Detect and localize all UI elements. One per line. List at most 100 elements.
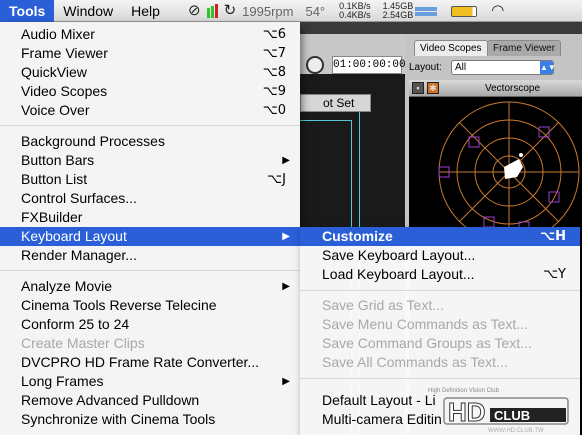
menu-item-fxbuilder[interactable]: FXBuilder	[0, 208, 300, 227]
menu-item-label: Control Surfaces...	[21, 190, 137, 206]
menu-item-label: Conform 25 to 24	[21, 316, 130, 332]
menu-item-frame-viewer[interactable]: Frame Viewer ⌥7	[0, 44, 300, 63]
menu-item-control-surfaces[interactable]: Control Surfaces...	[0, 189, 300, 208]
menu-item-label: Remove Advanced Pulldown	[21, 392, 200, 408]
submenu-item-shortcut: ⌥Y	[543, 267, 566, 282]
menu-item-quickview[interactable]: QuickView ⌥8	[0, 63, 300, 82]
network-meter[interactable]: 0.1KB/s 0.4KB/s	[339, 2, 371, 20]
select-arrows-icon: ▲▼	[540, 61, 556, 74]
submenu-item-label: Save All Commands as Text...	[322, 354, 508, 370]
submenu-item-label: Save Command Groups as Text...	[322, 335, 532, 351]
scope-title: Vectorscope	[485, 83, 541, 94]
menu-item-conform-25-to-24[interactable]: Conform 25 to 24	[0, 315, 300, 334]
submenu-item-shortcut: ⌥H	[540, 229, 566, 244]
menu-item-label: Create Master Clips	[21, 335, 145, 351]
watermark-brand-hd: HD	[448, 397, 486, 427]
menu-item-label: Keyboard Layout	[21, 228, 127, 244]
menu-item-button-list[interactable]: Button List ⌥J	[0, 170, 300, 189]
watermark-brand-club: CLUB	[494, 408, 530, 423]
submenu-separator	[300, 378, 580, 379]
menu-item-label: FXBuilder	[21, 209, 83, 225]
menu-item-label: Button Bars	[21, 152, 95, 168]
menu-item-remove-advanced-pulldown[interactable]: Remove Advanced Pulldown	[0, 391, 300, 410]
disk-bars-icon	[415, 6, 438, 17]
scope-settings-icon[interactable]: ▪	[412, 82, 424, 94]
menu-item-label: Analyze Movie	[21, 278, 113, 294]
menu-item-shortcut: ⌥0	[262, 103, 286, 118]
menu-item-label: Render Manager...	[21, 247, 137, 263]
menu-item-background-processes[interactable]: Background Processes	[0, 132, 300, 151]
menu-item-video-scopes[interactable]: Video Scopes ⌥9	[0, 82, 300, 101]
menubar: Tools Window Help ⊘ ↻ 1995rpm 54° 0.1KB/…	[0, 0, 582, 22]
menu-item-audio-mixer[interactable]: Audio Mixer ⌥6	[0, 25, 300, 44]
timecode-field[interactable]: 01:00:00:00	[332, 56, 406, 74]
submenu-arrow-icon: ▶	[282, 231, 290, 242]
fan-speed: 1995rpm	[242, 3, 294, 19]
menu-item-shortcut: ⌥8	[262, 65, 286, 80]
menubar-status-area: ⊘ ↻ 1995rpm 54° 0.1KB/s 0.4KB/s 1.45GB 2…	[188, 0, 504, 22]
submenu-item-save-keyboard-layout[interactable]: Save Keyboard Layout...	[300, 246, 580, 265]
menu-item-cinema-tools-reverse-telecine[interactable]: Cinema Tools Reverse Telecine	[0, 296, 300, 315]
scope-brightness-icon[interactable]: ✱	[427, 82, 439, 94]
wifi-icon[interactable]: ◠	[491, 0, 504, 22]
submenu-item-label: Default Layout - Li	[322, 392, 436, 408]
hdclub-watermark-logo: High Definition Vision Club HD CLUB WWW.…	[424, 384, 582, 435]
cpu-meter-icon[interactable]	[206, 4, 218, 18]
menu-item-keyboard-layout[interactable]: Keyboard Layout ▶	[0, 227, 300, 246]
menu-item-label: Audio Mixer	[21, 26, 95, 42]
menubar-tools[interactable]: Tools	[0, 0, 55, 22]
submenu-arrow-icon: ▶	[282, 155, 290, 166]
menu-item-analyze-movie[interactable]: Analyze Movie ▶	[0, 277, 300, 296]
tab-video-scopes[interactable]: Video Scopes	[414, 40, 488, 56]
net-down-rate: 0.4KB/s	[339, 10, 371, 20]
menu-item-label: Synchronize with Cinema Tools	[21, 411, 216, 427]
menu-item-shortcut: ⌥9	[262, 84, 286, 99]
submenu-item-load-keyboard-layout[interactable]: Load Keyboard Layout... ⌥Y	[300, 265, 580, 284]
refresh-icon[interactable]: ↻	[224, 0, 237, 22]
menu-separator	[0, 125, 300, 126]
clock-icon[interactable]	[306, 56, 324, 74]
menu-item-long-frames[interactable]: Long Frames ▶	[0, 372, 300, 391]
battery-icon[interactable]	[451, 5, 478, 17]
preset-label: ot Set	[300, 94, 371, 112]
submenu-arrow-icon: ▶	[282, 281, 290, 292]
menu-item-label: Long Frames	[21, 373, 104, 389]
menu-item-voice-over[interactable]: Voice Over ⌥0	[0, 101, 300, 120]
menu-item-dvcpro-hd-frame-rate-converter[interactable]: DVCPRO HD Frame Rate Converter...	[0, 353, 300, 372]
watermark-url: WWW.HD.CLUB.TW	[488, 428, 544, 434]
submenu-item-label: Save Keyboard Layout...	[322, 247, 476, 263]
submenu-item-save-command-groups-as-text: Save Command Groups as Text...	[300, 334, 580, 353]
submenu-item-label: Save Menu Commands as Text...	[322, 316, 528, 332]
menubar-help[interactable]: Help	[122, 0, 169, 22]
layout-select[interactable]: All ▲▼	[451, 60, 556, 75]
menu-item-create-master-clips: Create Master Clips	[0, 334, 300, 353]
submenu-item-label: Save Grid as Text...	[322, 297, 444, 313]
submenu-arrow-icon: ▶	[282, 376, 290, 387]
menu-item-synchronize-with-cinema-tools[interactable]: Synchronize with Cinema Tools	[0, 410, 300, 429]
submenu-item-customize[interactable]: Customize ⌥H	[300, 227, 580, 246]
submenu-item-save-menu-commands-as-text: Save Menu Commands as Text...	[300, 315, 580, 334]
menu-item-label: Button List	[21, 171, 88, 187]
menu-item-shortcut: ⌥7	[262, 46, 286, 61]
watermark-tagline: High Definition Vision Club	[428, 388, 500, 394]
tools-menu: Audio Mixer ⌥6 Frame Viewer ⌥7 QuickView…	[0, 22, 300, 435]
menu-item-label: DVCPRO HD Frame Rate Converter...	[21, 354, 260, 370]
menu-item-button-bars[interactable]: Button Bars ▶	[0, 151, 300, 170]
menu-item-label: Voice Over	[21, 102, 90, 118]
disk-meter[interactable]: 1.45GB 2.54GB	[383, 2, 438, 20]
menubar-window[interactable]: Window	[54, 0, 122, 22]
submenu-item-label: Load Keyboard Layout...	[322, 266, 475, 282]
menu-item-label: Background Processes	[21, 133, 165, 149]
disk-write: 2.54GB	[382, 10, 414, 20]
tab-frame-viewer[interactable]: Frame Viewer	[487, 40, 562, 56]
sync-status-icon[interactable]: ⊘	[188, 0, 201, 22]
menu-item-label: Cinema Tools Reverse Telecine	[21, 297, 217, 313]
menu-item-label: QuickView	[21, 64, 87, 80]
layout-label: Layout:	[409, 62, 442, 73]
menu-item-label: Video Scopes	[21, 83, 108, 99]
menu-item-shortcut: ⌥6	[262, 27, 286, 42]
menu-separator	[0, 270, 300, 271]
menu-item-shortcut: ⌥J	[267, 172, 286, 187]
temperature: 54°	[305, 3, 326, 19]
menu-item-render-manager[interactable]: Render Manager...	[0, 246, 300, 265]
